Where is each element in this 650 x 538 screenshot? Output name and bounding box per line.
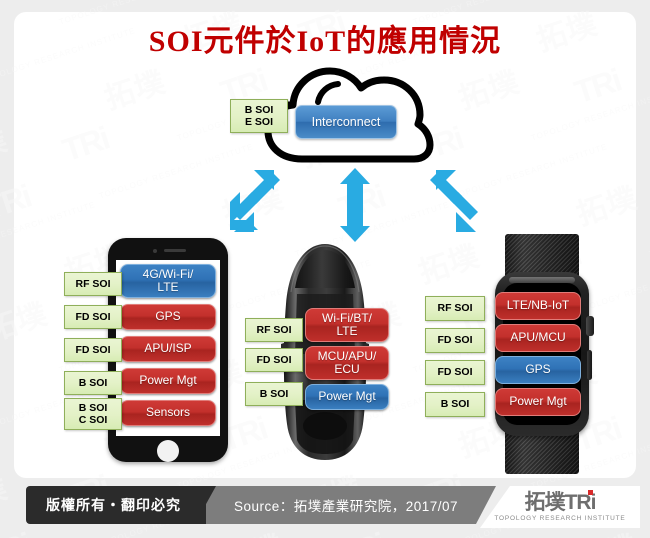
car-tag-1: RF SOI bbox=[245, 318, 303, 342]
double-arrow-diagonal-right-icon bbox=[430, 170, 478, 232]
smartwatch-device bbox=[487, 234, 597, 474]
page-title: SOI元件於IoT的應用情況 bbox=[148, 25, 502, 58]
phone-home-button[interactable] bbox=[157, 440, 179, 462]
tag-line: B SOI bbox=[78, 401, 108, 414]
tag-line: RF SOI bbox=[437, 302, 473, 315]
watermark-text: 拓墣 bbox=[294, 463, 367, 478]
tri-logo-text: 拓墣TRi bbox=[524, 491, 597, 514]
footer: Source：拓墣產業研究院，2017/07 版權所有‧翻印必究 拓墣TRi T… bbox=[0, 486, 650, 530]
double-arrow-vertical-icon bbox=[340, 168, 370, 242]
interconnect-node[interactable]: Interconnect bbox=[295, 105, 397, 139]
watermark-text: TRi bbox=[570, 61, 625, 111]
watch-chip-power-mgt[interactable]: Power Mgt bbox=[495, 388, 581, 416]
tri-logo-subtitle: TOPOLOGY RESEARCH INSTITUTE bbox=[494, 515, 626, 522]
phone-tag-1: RF SOI bbox=[64, 272, 122, 296]
tri-logo-main: 拓墣TRi bbox=[524, 490, 597, 514]
tag-line: FD SOI bbox=[256, 353, 292, 366]
tri-logo-dot-icon bbox=[588, 490, 594, 495]
footer-copyright: 版權所有‧翻印必究 bbox=[26, 486, 206, 524]
watermark-text: 拓墣 bbox=[14, 297, 52, 348]
tag-line: B SOI bbox=[440, 398, 470, 411]
car-chip-connectivity[interactable]: Wi-Fi/BT/ LTE bbox=[305, 308, 389, 342]
watch-tag-1: RF SOI bbox=[425, 296, 485, 321]
connection-arrows bbox=[230, 168, 478, 242]
cloud-soi-tag: B SOI E SOI bbox=[230, 99, 288, 133]
watch-crown-icon[interactable] bbox=[586, 316, 594, 336]
phone-chip-apu-isp[interactable]: APU/ISP bbox=[120, 336, 216, 362]
watermark-text: 拓墣 bbox=[0, 123, 12, 174]
tag-line: FD SOI bbox=[437, 334, 473, 347]
phone-chip-connectivity[interactable]: 4G/Wi-Fi/ LTE bbox=[120, 264, 216, 298]
phone-chip-sensors[interactable]: Sensors bbox=[120, 400, 216, 426]
phone-tag-4: B SOI bbox=[64, 371, 122, 395]
phone-tag-3: FD SOI bbox=[64, 338, 122, 362]
footer-source-text: Source：拓墣產業研究院，2017/07 bbox=[233, 499, 459, 514]
watermark-text: TRi bbox=[58, 119, 113, 169]
watch-chip-gps[interactable]: GPS bbox=[495, 356, 581, 384]
car-chip-power-mgt[interactable]: Power Mgt bbox=[305, 384, 389, 410]
tag-line: FD SOI bbox=[437, 366, 473, 379]
watch-chip-lte-nbiot[interactable]: LTE/NB-IoT bbox=[495, 292, 581, 320]
watch-tag-2: FD SOI bbox=[425, 328, 485, 353]
slide-page: 拓墣TRiTOPOLOGY RESEARCH INSTITUTE拓墣TRiTOP… bbox=[0, 0, 650, 538]
watermark-text: 拓墣 bbox=[294, 0, 367, 2]
tag-line: FD SOI bbox=[75, 343, 111, 356]
double-arrow-diagonal-left-icon bbox=[230, 170, 280, 232]
watermark-text: TOPOLOGY RESEARCH INSTITUTE bbox=[530, 84, 636, 143]
tag-line: RF SOI bbox=[256, 323, 292, 336]
tag-line: E SOI bbox=[244, 116, 273, 128]
tri-logo: 拓墣TRi TOPOLOGY RESEARCH INSTITUTE bbox=[480, 486, 640, 528]
phone-tag-2: FD SOI bbox=[64, 305, 122, 329]
tag-line: C SOI bbox=[78, 414, 108, 426]
watermark-text: 拓墣 bbox=[572, 181, 636, 232]
tag-line: B SOI bbox=[78, 376, 108, 389]
watermark-text: TOPOLOGY RESEARCH INSTITUTE bbox=[14, 199, 97, 259]
watermark-text: TRi bbox=[412, 468, 467, 478]
tag-line: RF SOI bbox=[75, 277, 111, 290]
watermark-text: 拓墣 bbox=[0, 0, 13, 2]
watermark-text: TRi bbox=[58, 468, 113, 478]
watch-chip-apu-mcu[interactable]: APU/MCU bbox=[495, 324, 581, 352]
tag-line: FD SOI bbox=[75, 310, 111, 323]
phone-chip-gps[interactable]: GPS bbox=[120, 304, 216, 330]
watermark-text: 拓墣 bbox=[100, 65, 170, 116]
car-tag-2: FD SOI bbox=[245, 348, 303, 372]
phone-speaker-icon bbox=[164, 249, 186, 252]
watermark-text: TRi bbox=[14, 177, 35, 227]
car-chip-mcu-apu-ecu[interactable]: MCU/APU/ ECU bbox=[305, 346, 389, 380]
phone-camera-icon bbox=[153, 249, 157, 253]
watch-tag-3: FD SOI bbox=[425, 360, 485, 385]
phone-chip-power-mgt[interactable]: Power Mgt bbox=[120, 368, 216, 394]
tag-line: B SOI bbox=[244, 103, 274, 116]
watermark-text: 拓墣 bbox=[454, 65, 524, 116]
watch-side-button[interactable] bbox=[587, 350, 592, 380]
watch-tag-4: B SOI bbox=[425, 392, 485, 417]
car-tag-3: B SOI bbox=[245, 382, 303, 406]
tag-line: B SOI bbox=[259, 387, 289, 400]
phone-tag-5: B SOI C SOI bbox=[64, 398, 122, 430]
